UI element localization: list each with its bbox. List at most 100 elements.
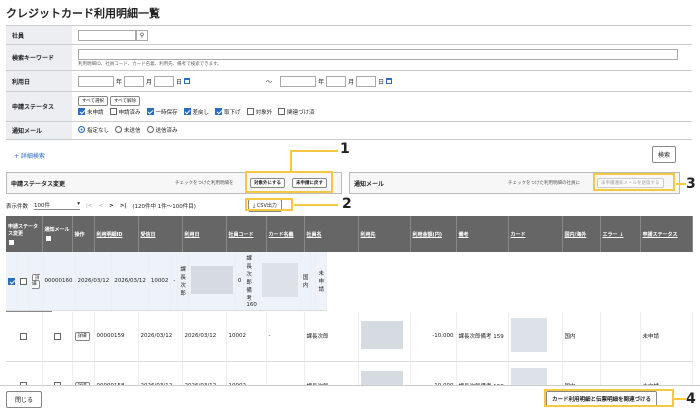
column-header[interactable]: カード名義 <box>266 216 305 252</box>
notify-options: 指定なし 未送信 送信済み <box>72 123 692 139</box>
status-panel-title: 申請ステータス変更 <box>11 180 66 188</box>
callout-2-number: 2 <box>342 196 352 212</box>
column-header: 通知メール <box>42 216 73 252</box>
status-checkbox[interactable] <box>246 108 254 116</box>
callout-3-line <box>676 183 686 185</box>
status-checkbox[interactable] <box>278 108 286 116</box>
notify-radio[interactable] <box>146 126 154 134</box>
column-header[interactable]: 社員名 <box>304 216 359 252</box>
status-checkbox[interactable] <box>109 108 117 116</box>
column-header-label: 通知メール <box>44 227 70 233</box>
sort-down-icon[interactable]: ↓ <box>619 232 623 238</box>
employee-input[interactable] <box>78 29 136 41</box>
detail-button[interactable]: 詳細 <box>74 332 90 342</box>
usage-date: 2026/03/12 <box>182 312 227 362</box>
column-header[interactable]: カード <box>508 216 563 252</box>
region: 国内 <box>562 312 601 362</box>
clear-all-button[interactable]: すべて解除 <box>109 95 140 106</box>
per-page-select[interactable]: 100件 ▾ <box>34 201 81 210</box>
amount: -10,000 <box>410 312 457 362</box>
date-from-month-input[interactable] <box>124 75 145 87</box>
date-to-month-input[interactable] <box>326 75 347 87</box>
select-all-button[interactable]: すべて選択 <box>78 95 109 106</box>
calendar-icon[interactable] <box>184 78 191 84</box>
search-icon[interactable]: ⚲ <box>136 29 148 41</box>
status-option[interactable]: 未申請 <box>78 108 104 116</box>
keyword-row: 検索キーワード 利用明細ID、社員コード、カード名義、利用先、備考で検索できます… <box>6 45 692 71</box>
mail-panel-desc: チェックをつけた利用明細の社員に <box>508 181 580 186</box>
column-header-label: 利用日 <box>184 231 200 238</box>
notify-option[interactable]: 指定なし <box>78 126 109 134</box>
status-option[interactable]: 関連づけ済 <box>278 108 315 116</box>
column-header[interactable]: 利用明細ID <box>94 216 139 252</box>
column-header[interactable]: 社員コード <box>226 216 267 252</box>
header-checkbox[interactable] <box>8 238 15 246</box>
dropdown-icon: ▾ <box>77 201 81 207</box>
date-from-year-input[interactable] <box>78 75 114 87</box>
card-redacted <box>510 318 547 353</box>
next-page-icon[interactable]: > <box>109 203 114 209</box>
column-header-label: 国内/海外 <box>564 231 587 238</box>
close-button[interactable]: 閉じる <box>6 391 43 408</box>
date-to-day-input[interactable] <box>356 75 377 87</box>
notify-checkbox[interactable] <box>20 277 27 285</box>
status-option[interactable]: 対象外 <box>246 108 272 116</box>
merchant-redacted <box>190 266 233 294</box>
status-checkbox[interactable] <box>183 108 191 116</box>
status-checkbox[interactable] <box>146 108 154 116</box>
date-from-day-input[interactable] <box>154 75 175 87</box>
last-page-icon[interactable]: >| <box>120 203 127 209</box>
callout-1-highlight <box>245 171 333 193</box>
column-header-label: 社員名 <box>306 231 322 238</box>
status-option[interactable]: 取下げ <box>215 108 241 116</box>
status-option-label: 未申請 <box>87 109 104 116</box>
notify-option[interactable]: 送信済み <box>146 126 178 134</box>
detail-button[interactable]: 詳細 <box>32 274 40 289</box>
column-header-label: 備考 <box>458 231 469 238</box>
prev-page-icon[interactable]: < <box>98 203 103 209</box>
first-page-icon[interactable]: |< <box>86 203 92 209</box>
year-label: 年 <box>318 78 325 86</box>
column-header[interactable]: 利用先 <box>358 216 411 252</box>
column-header-label: 申請ステータス変更 <box>8 223 39 237</box>
status-option[interactable]: 一時保存 <box>146 108 178 116</box>
column-header[interactable]: 備考 <box>456 216 509 252</box>
status-checkbox[interactable] <box>215 108 223 116</box>
status-label: 申請ステータス <box>6 92 72 121</box>
column-header[interactable]: エラー ↓ <box>600 216 641 252</box>
notify-radio[interactable] <box>115 126 123 134</box>
employee-row: 社員 ⚲ <box>6 26 692 45</box>
status-option-label: 取下げ <box>224 109 241 116</box>
column-header[interactable]: 申請ステータス <box>640 216 693 252</box>
keyword-input[interactable] <box>78 48 678 60</box>
notify-checkbox[interactable] <box>53 332 61 340</box>
card-holder: - <box>170 252 179 311</box>
column-header[interactable]: 受信日 <box>138 216 183 252</box>
employee-label: 社員 <box>6 26 72 44</box>
date-to-year-input[interactable] <box>280 75 317 87</box>
column-header[interactable]: 利用金額(円) <box>410 216 457 252</box>
search-button[interactable]: 検索 <box>652 146 677 163</box>
status-row: 申請ステータス すべて選択 すべて解除 未申請 申請済み 一時保存 差戻し 取下げ 対象外… <box>6 92 692 122</box>
status-option[interactable]: 申請済み <box>109 108 141 116</box>
column-header[interactable]: 国内/海外 <box>562 216 601 252</box>
column-header-label: 受信日 <box>140 231 156 238</box>
calendar-icon[interactable] <box>386 78 393 84</box>
year-label: 年 <box>116 78 123 86</box>
keyword-hint: 利用明細ID、社員コード、カード名義、利用先、備考で検索できます。 <box>78 61 222 67</box>
column-header: 操作 <box>72 216 95 252</box>
status-change-checkbox[interactable] <box>8 277 15 285</box>
column-header[interactable]: 利用日 <box>182 216 227 252</box>
notify-option[interactable]: 未送信 <box>115 126 141 134</box>
employee-name: 課長次郎 <box>304 312 359 362</box>
column-header-label: 操作 <box>74 231 85 238</box>
header-checkbox[interactable] <box>44 235 52 242</box>
notify-radio[interactable] <box>78 126 85 134</box>
status-option[interactable]: 差戻し <box>183 108 209 116</box>
date-range-separator: 〜 <box>266 78 273 86</box>
notify-option-label: 未送信 <box>124 127 141 134</box>
status-change-checkbox[interactable] <box>20 332 28 340</box>
status-checkbox[interactable] <box>78 108 85 116</box>
advanced-search-link[interactable]: + 詳細検索 <box>14 151 45 160</box>
employee-code: 10002 <box>148 252 172 311</box>
